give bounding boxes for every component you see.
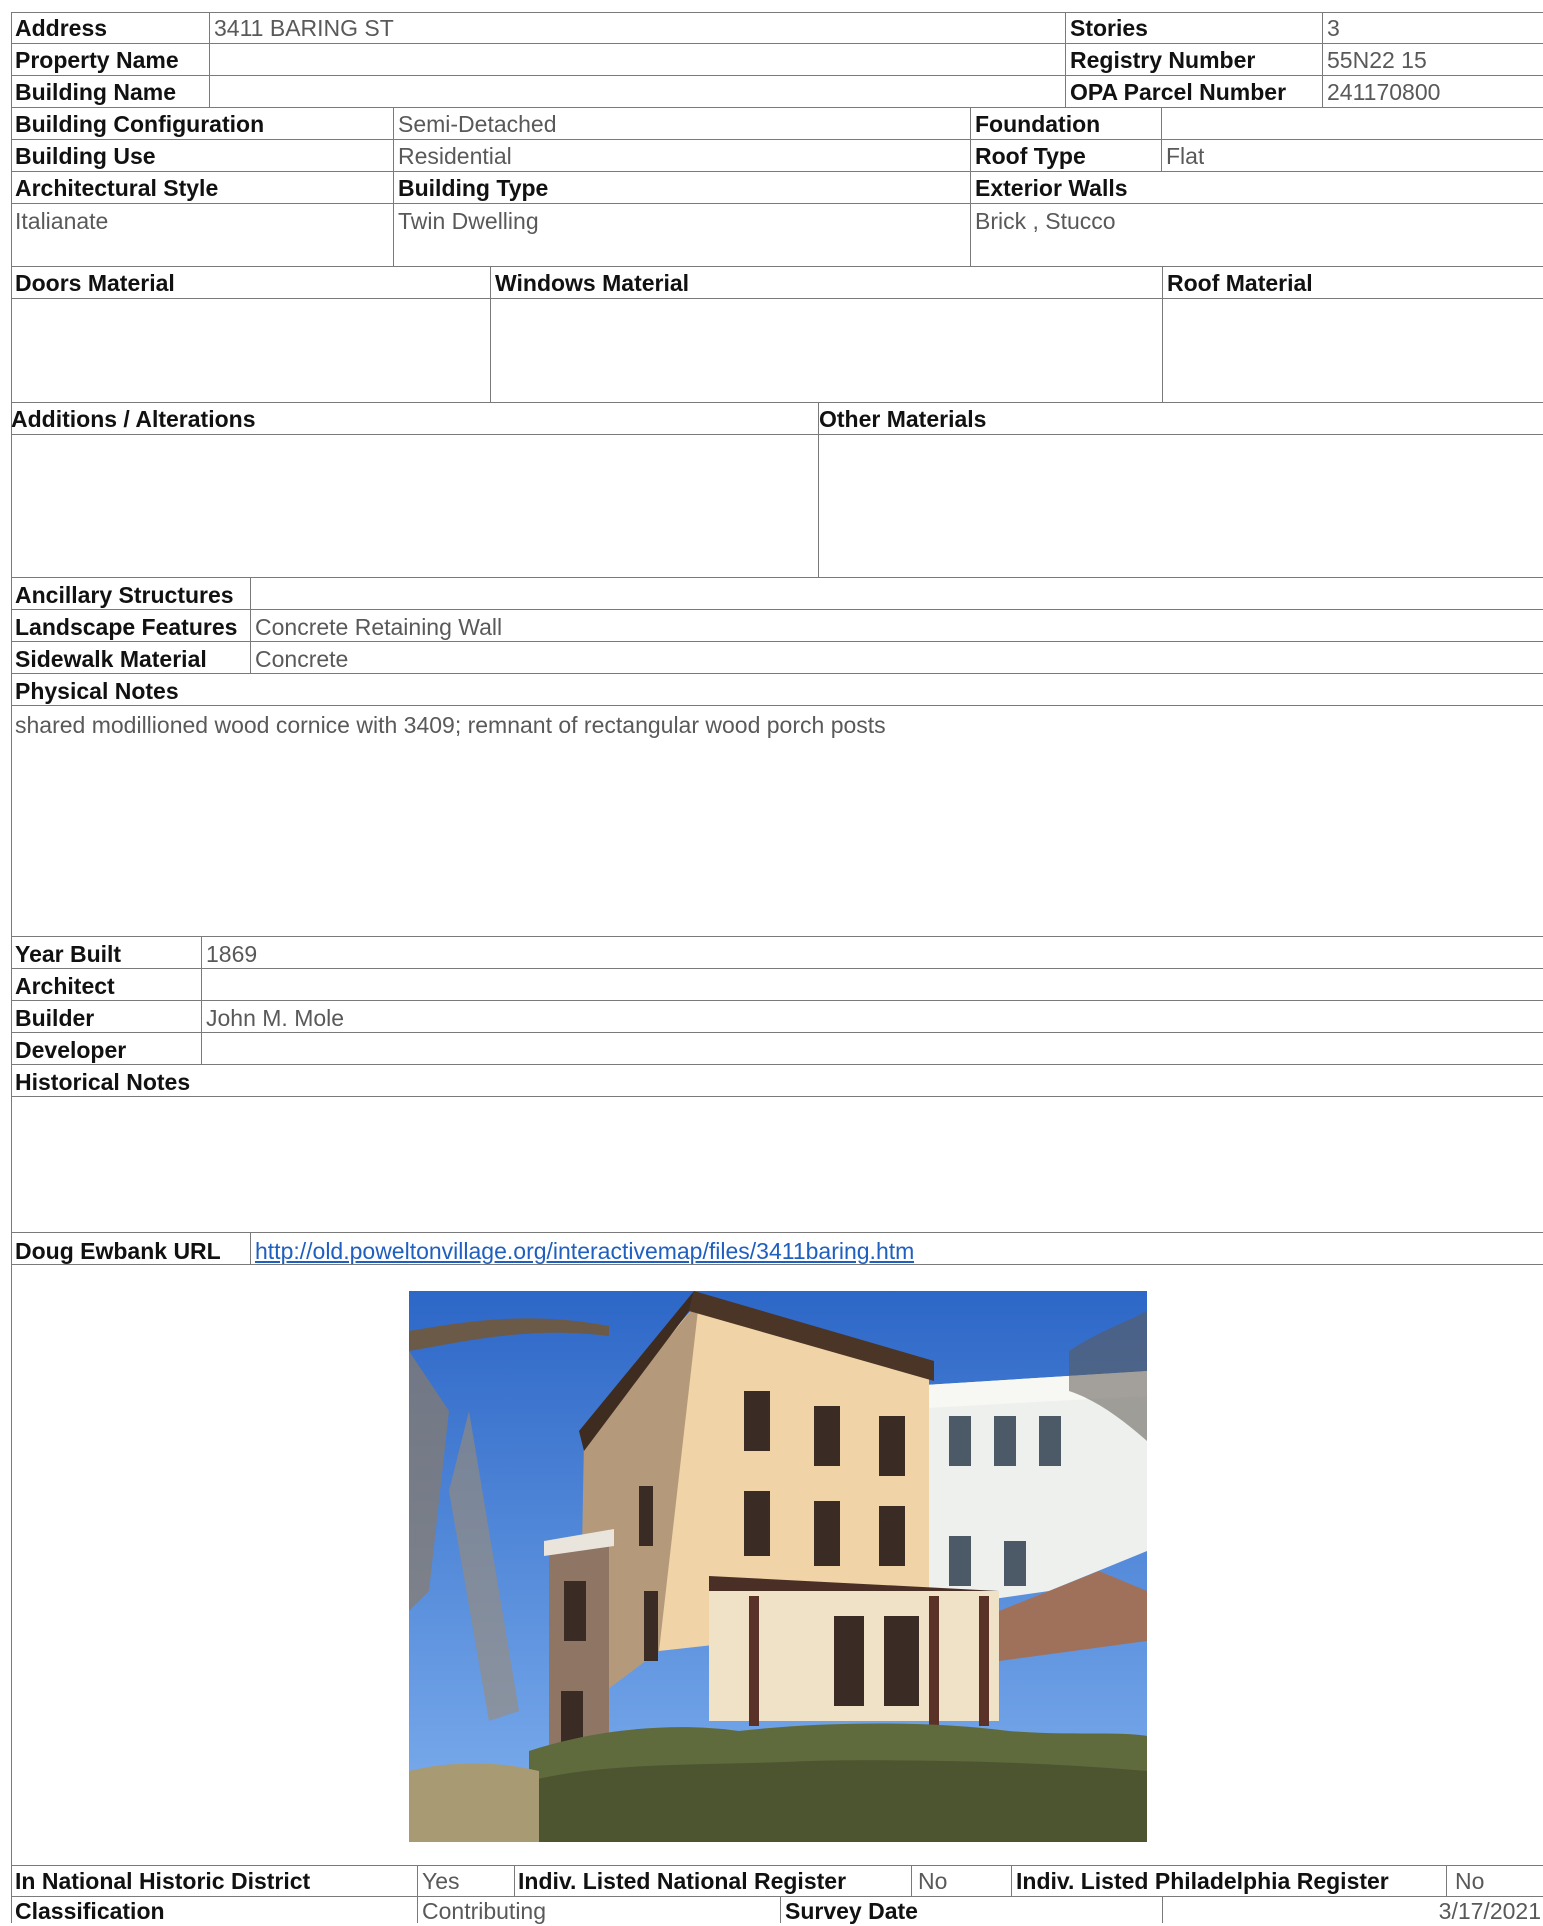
landscape-features-value: Concrete Retaining Wall xyxy=(255,614,503,640)
national-district-label: In National Historic District xyxy=(15,1868,311,1894)
national-district-value: Yes xyxy=(422,1868,460,1894)
exterior-walls-label: Exterior Walls xyxy=(975,175,1128,201)
architectural-style-value: Italianate xyxy=(15,208,109,234)
address-value: 3411 BARING ST xyxy=(214,15,394,41)
sidewalk-material-value: Concrete xyxy=(255,646,349,672)
survey-date-label: Survey Date xyxy=(785,1898,918,1924)
sidewalk-material-label: Sidewalk Material xyxy=(15,646,207,672)
exterior-walls-value: Brick , Stucco xyxy=(975,208,1116,234)
opa-parcel-label: OPA Parcel Number xyxy=(1070,79,1287,105)
property-name-label: Property Name xyxy=(15,47,179,73)
doug-ewbank-url-link[interactable]: http://old.poweltonvillage.org/interacti… xyxy=(250,1236,914,1266)
year-built-value: 1869 xyxy=(206,941,258,967)
physical-notes-value: shared modillioned wood cornice with 340… xyxy=(15,712,886,738)
developer-label: Developer xyxy=(15,1037,127,1063)
other-materials-label: Other Materials xyxy=(819,406,987,432)
ancillary-structures-label: Ancillary Structures xyxy=(15,582,234,608)
stories-value: 3 xyxy=(1327,15,1340,41)
registry-number-label: Registry Number xyxy=(1070,47,1256,73)
opa-parcel-value: 241170800 xyxy=(1327,79,1441,105)
roof-type-value: Flat xyxy=(1166,143,1205,169)
additions-alterations-label: Additions / Alterations xyxy=(11,406,256,432)
architectural-style-label: Architectural Style xyxy=(15,175,219,201)
landscape-features-label: Landscape Features xyxy=(15,614,238,640)
architect-label: Architect xyxy=(15,973,115,999)
doors-material-label: Doors Material xyxy=(15,270,175,296)
roof-type-label: Roof Type xyxy=(975,143,1086,169)
philadelphia-register-value: No xyxy=(1455,1868,1485,1894)
building-type-label: Building Type xyxy=(398,175,549,201)
stories-label: Stories xyxy=(1070,15,1148,41)
roof-material-label: Roof Material xyxy=(1167,270,1313,296)
building-name-label: Building Name xyxy=(15,79,177,105)
classification-label: Classification xyxy=(15,1898,165,1924)
address-label: Address xyxy=(15,15,108,41)
builder-value: John M. Mole xyxy=(206,1005,345,1031)
survey-form: Address 3411 BARING ST Stories 3 Propert… xyxy=(0,0,1543,1924)
physical-notes-label: Physical Notes xyxy=(15,678,179,704)
builder-label: Builder xyxy=(15,1005,95,1031)
windows-material-label: Windows Material xyxy=(495,270,690,296)
building-use-value: Residential xyxy=(398,143,512,169)
building-photo xyxy=(409,1291,1147,1842)
building-use-label: Building Use xyxy=(15,143,156,169)
philadelphia-register-label: Indiv. Listed Philadelphia Register xyxy=(1016,1868,1389,1894)
building-configuration-label: Building Configuration xyxy=(15,111,265,137)
building-type-value: Twin Dwelling xyxy=(398,208,539,234)
national-register-label: Indiv. Listed National Register xyxy=(518,1868,847,1894)
registry-number-value: 55N22 15 xyxy=(1327,47,1427,73)
year-built-label: Year Built xyxy=(15,941,122,967)
classification-value: Contributing xyxy=(422,1898,547,1924)
historical-notes-label: Historical Notes xyxy=(15,1069,191,1095)
survey-date-value: 3/17/2021 xyxy=(1438,1898,1541,1924)
building-configuration-value: Semi-Detached xyxy=(398,111,557,137)
foundation-label: Foundation xyxy=(975,111,1101,137)
doug-ewbank-url-label: Doug Ewbank URL xyxy=(15,1238,221,1264)
national-register-value: No xyxy=(918,1868,948,1894)
